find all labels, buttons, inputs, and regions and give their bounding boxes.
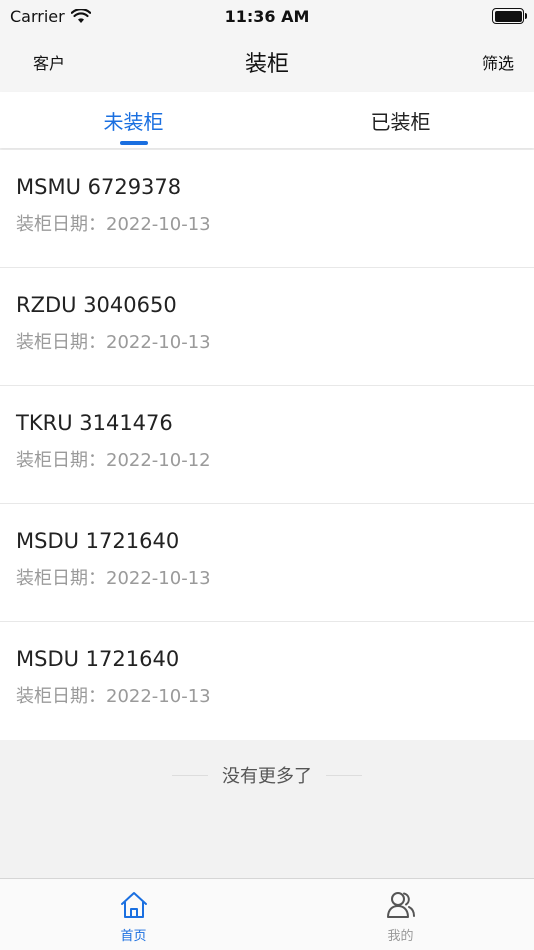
container-number: MSDU 1721640 bbox=[16, 529, 180, 553]
container-list: MSMU 6729378 装柜日期：2022-10-13 RZDU 304065… bbox=[0, 150, 534, 740]
customer-button[interactable]: 客户 bbox=[33, 50, 65, 74]
status-bar: Carrier 11:36 AM bbox=[0, 0, 534, 32]
wifi-icon bbox=[70, 8, 91, 23]
users-icon bbox=[386, 892, 415, 918]
filter-button[interactable]: 筛选 bbox=[482, 50, 514, 74]
page-title: 装柜 bbox=[244, 52, 289, 77]
status-left: Carrier bbox=[10, 7, 91, 26]
loading-date: 装柜日期：2022-10-13 bbox=[16, 332, 211, 353]
loading-date: 装柜日期：2022-10-13 bbox=[16, 214, 211, 235]
tab-label: 已装柜 bbox=[370, 109, 431, 134]
tab-mine[interactable]: 我的 bbox=[267, 879, 534, 950]
list-item[interactable]: MSDU 1721640 装柜日期：2022-10-13 bbox=[0, 622, 534, 740]
divider-left bbox=[172, 774, 208, 776]
home-icon bbox=[120, 892, 147, 918]
container-number: TKRU 3141476 bbox=[16, 411, 173, 435]
list-item[interactable]: RZDU 3040650 装柜日期：2022-10-13 bbox=[0, 268, 534, 386]
container-number: RZDU 3040650 bbox=[16, 293, 177, 317]
tab-label: 未装柜 bbox=[103, 109, 164, 134]
divider-right bbox=[326, 774, 362, 776]
active-tab-indicator bbox=[119, 141, 148, 145]
list-item[interactable]: TKRU 3141476 装柜日期：2022-10-12 bbox=[0, 386, 534, 504]
no-more-text: 没有更多了 bbox=[222, 766, 312, 787]
loading-date: 装柜日期：2022-10-12 bbox=[16, 450, 211, 471]
loading-date: 装柜日期：2022-10-13 bbox=[16, 568, 211, 589]
container-number: MSMU 6729378 bbox=[16, 175, 182, 199]
carrier-label: Carrier bbox=[10, 6, 65, 26]
loading-date: 装柜日期：2022-10-13 bbox=[16, 686, 211, 707]
no-more-footer: 没有更多了 bbox=[0, 740, 534, 810]
tab-mine-label: 我的 bbox=[387, 929, 414, 944]
list-item[interactable]: MSDU 1721640 装柜日期：2022-10-13 bbox=[0, 504, 534, 622]
list-item[interactable]: MSMU 6729378 装柜日期：2022-10-13 bbox=[0, 150, 534, 268]
tab-not-loaded[interactable]: 未装柜 bbox=[0, 92, 267, 148]
tab-loaded[interactable]: 已装柜 bbox=[267, 92, 534, 148]
tab-home-label: 首页 bbox=[120, 929, 147, 944]
bottom-tab-bar: 首页 我的 bbox=[0, 878, 534, 950]
battery-icon bbox=[492, 8, 527, 24]
nav-bar: 客户 装柜 筛选 bbox=[0, 32, 534, 92]
tab-home[interactable]: 首页 bbox=[0, 879, 267, 950]
container-number: MSDU 1721640 bbox=[16, 647, 180, 671]
segment-tabs: 未装柜 已装柜 bbox=[0, 92, 534, 148]
